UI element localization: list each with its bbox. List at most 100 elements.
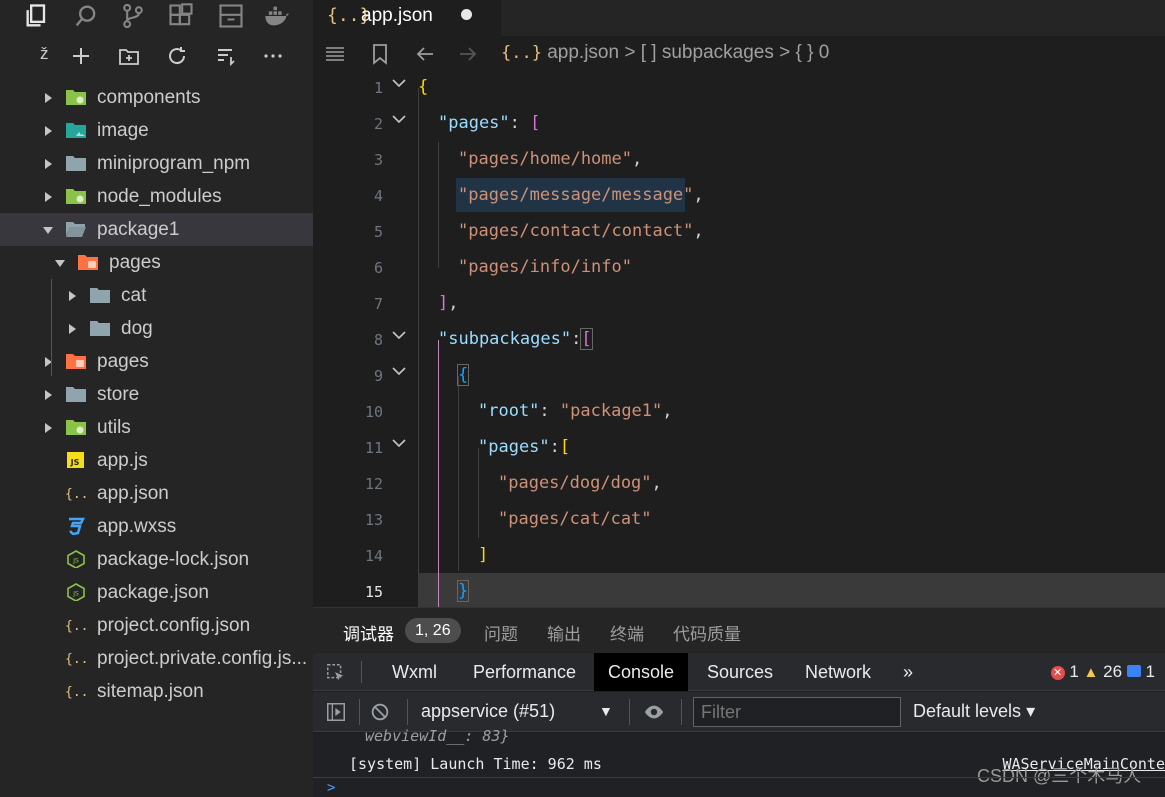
nodejs-icon: JS [67, 550, 85, 568]
inspect-element-icon[interactable] [325, 662, 347, 684]
breadcrumb-subpackages[interactable]: [ ] subpackages [641, 42, 774, 63]
tab-network[interactable]: Network [791, 653, 885, 691]
file-tree-item[interactable]: JS package-lock.json [0, 543, 313, 576]
explorer-icon[interactable] [22, 2, 52, 30]
tab-console[interactable]: Console [594, 653, 689, 691]
file-tree-item[interactable]: dog [0, 312, 313, 345]
file-tree-item[interactable]: image [0, 114, 313, 147]
line-number: 15 [364, 583, 383, 601]
bookmark-icon[interactable] [368, 42, 392, 66]
outline-icon[interactable] [323, 42, 347, 66]
js-icon: JS [67, 452, 84, 468]
file-tree-label: package1 [97, 219, 180, 240]
file-tree-item[interactable]: {..} app.json [0, 477, 313, 510]
code-line-2: "pages": [ [438, 113, 541, 133]
file-tree-item[interactable]: store [0, 378, 313, 411]
code-line-10: "root": "package1", [478, 401, 673, 421]
chevron-down-icon[interactable] [43, 225, 53, 235]
tab-app-json[interactable]: {..} app.json [313, 0, 501, 36]
svg-text:{..}: {..} [65, 487, 87, 502]
file-tree-item[interactable]: pages [0, 246, 313, 279]
code-line-1: { [418, 77, 429, 97]
forward-arrow-icon[interactable] [456, 42, 480, 66]
file-tree-item[interactable]: components [0, 81, 313, 114]
code-line-6: "pages/info/info" [458, 257, 632, 277]
sidebar-toggle-icon[interactable] [325, 701, 347, 723]
chevron-right-icon[interactable] [43, 192, 53, 202]
more-tabs-icon[interactable]: » [889, 653, 927, 691]
chevron-right-icon[interactable] [43, 423, 53, 433]
fold-chevron-icon[interactable] [391, 77, 407, 89]
dropdown-arrow-icon[interactable]: ▼ [599, 703, 613, 719]
chevron-right-icon[interactable] [67, 324, 77, 334]
warning-icon: ▲ [1083, 664, 1099, 681]
context-selector[interactable]: appservice (#51) [421, 701, 555, 722]
fold-chevron-icon[interactable] [391, 437, 407, 449]
chevron-right-icon[interactable] [43, 93, 53, 103]
editor-breadcrumb-bar: {..} app.json > [ ] subpackages > { } 0 [313, 36, 1165, 72]
fold-chevron-icon[interactable] [391, 365, 407, 377]
unsaved-dot-icon[interactable] [461, 9, 472, 20]
issue-counts[interactable]: ✕ 1 ▲ 26 1 [1050, 662, 1155, 682]
line-number: 8 [373, 331, 383, 349]
chevron-right-icon[interactable] [43, 390, 53, 400]
file-tree-item[interactable]: JS app.js [0, 444, 313, 477]
fold-chevron-icon[interactable] [391, 113, 407, 125]
back-arrow-icon[interactable] [413, 42, 437, 66]
file-tree-item[interactable]: {..} sitemap.json [0, 675, 313, 708]
tab-problems[interactable]: 问题 [484, 620, 518, 645]
file-tree-label: pages [109, 252, 161, 273]
breadcrumb-file[interactable]: app.json [547, 42, 619, 63]
collapse-icon[interactable]: ž [40, 44, 49, 64]
tab-wxml[interactable]: Wxml [378, 653, 451, 691]
chevron-down-icon[interactable] [55, 258, 65, 268]
line-number: 4 [373, 187, 383, 205]
bottom-panel: 调试器 1, 26 问题 输出 终端 代码质量 Wxml Performance… [313, 607, 1165, 797]
file-tree-item[interactable]: node_modules [0, 180, 313, 213]
console-prompt-icon[interactable]: > [327, 780, 335, 796]
sort-icon[interactable] [213, 44, 239, 68]
tab-terminal[interactable]: 终端 [610, 620, 644, 645]
file-tree-item[interactable]: {..} project.private.config.js... [0, 642, 313, 675]
code-line-4: "pages/message/message", [458, 185, 704, 205]
chevron-right-icon[interactable] [67, 291, 77, 301]
code-line-5: "pages/contact/contact", [458, 221, 704, 241]
file-tree-item[interactable]: package1 [0, 213, 313, 246]
chevron-right-icon[interactable] [43, 159, 53, 169]
file-tree-item[interactable]: miniprogram_npm [0, 147, 313, 180]
search-icon[interactable] [71, 2, 101, 30]
console-toolbar: appservice (#51) ▼ Default levels ▾ [313, 692, 1165, 732]
file-tree-item[interactable]: utils [0, 411, 313, 444]
eye-icon[interactable] [643, 701, 665, 723]
file-tree-item[interactable]: cat [0, 279, 313, 312]
line-number: 6 [373, 259, 383, 277]
docker-icon[interactable] [262, 2, 292, 30]
tab-code-quality[interactable]: 代码质量 [673, 620, 741, 645]
file-tree-item[interactable]: pages [0, 345, 313, 378]
divider [359, 699, 360, 725]
filter-input[interactable] [693, 697, 901, 727]
source-control-icon[interactable] [118, 2, 148, 30]
log-levels-dropdown[interactable]: Default levels ▾ [913, 701, 1035, 722]
new-folder-icon[interactable] [116, 44, 142, 68]
tab-output[interactable]: 输出 [547, 620, 581, 645]
tab-debugger[interactable]: 调试器 [343, 620, 394, 645]
breadcrumb: {..} app.json > [ ] subpackages > { } 0 [501, 42, 829, 64]
panel-icon[interactable] [216, 2, 246, 30]
file-tree-item[interactable]: JS package.json [0, 576, 313, 609]
refresh-icon[interactable] [164, 44, 190, 68]
fold-chevron-icon[interactable] [391, 329, 407, 341]
new-file-icon[interactable] [68, 44, 94, 68]
chevron-right-icon[interactable] [43, 126, 53, 136]
divider [361, 661, 362, 683]
file-tree-item[interactable]: {..} project.config.json [0, 609, 313, 642]
tab-performance[interactable]: Performance [459, 653, 590, 691]
file-tree-item[interactable]: app.wxss [0, 510, 313, 543]
code-area[interactable]: 1 2 3 4 5 6 7 8 9 10 11 12 13 14 15 { "pages": [ "page… [313, 72, 1165, 607]
file-tree-label: store [97, 384, 140, 405]
tab-sources[interactable]: Sources [693, 653, 787, 691]
extensions-icon[interactable] [166, 2, 196, 30]
more-icon[interactable] [260, 44, 286, 68]
clear-console-icon[interactable] [369, 701, 391, 723]
breadcrumb-index[interactable]: { } 0 [796, 42, 830, 63]
